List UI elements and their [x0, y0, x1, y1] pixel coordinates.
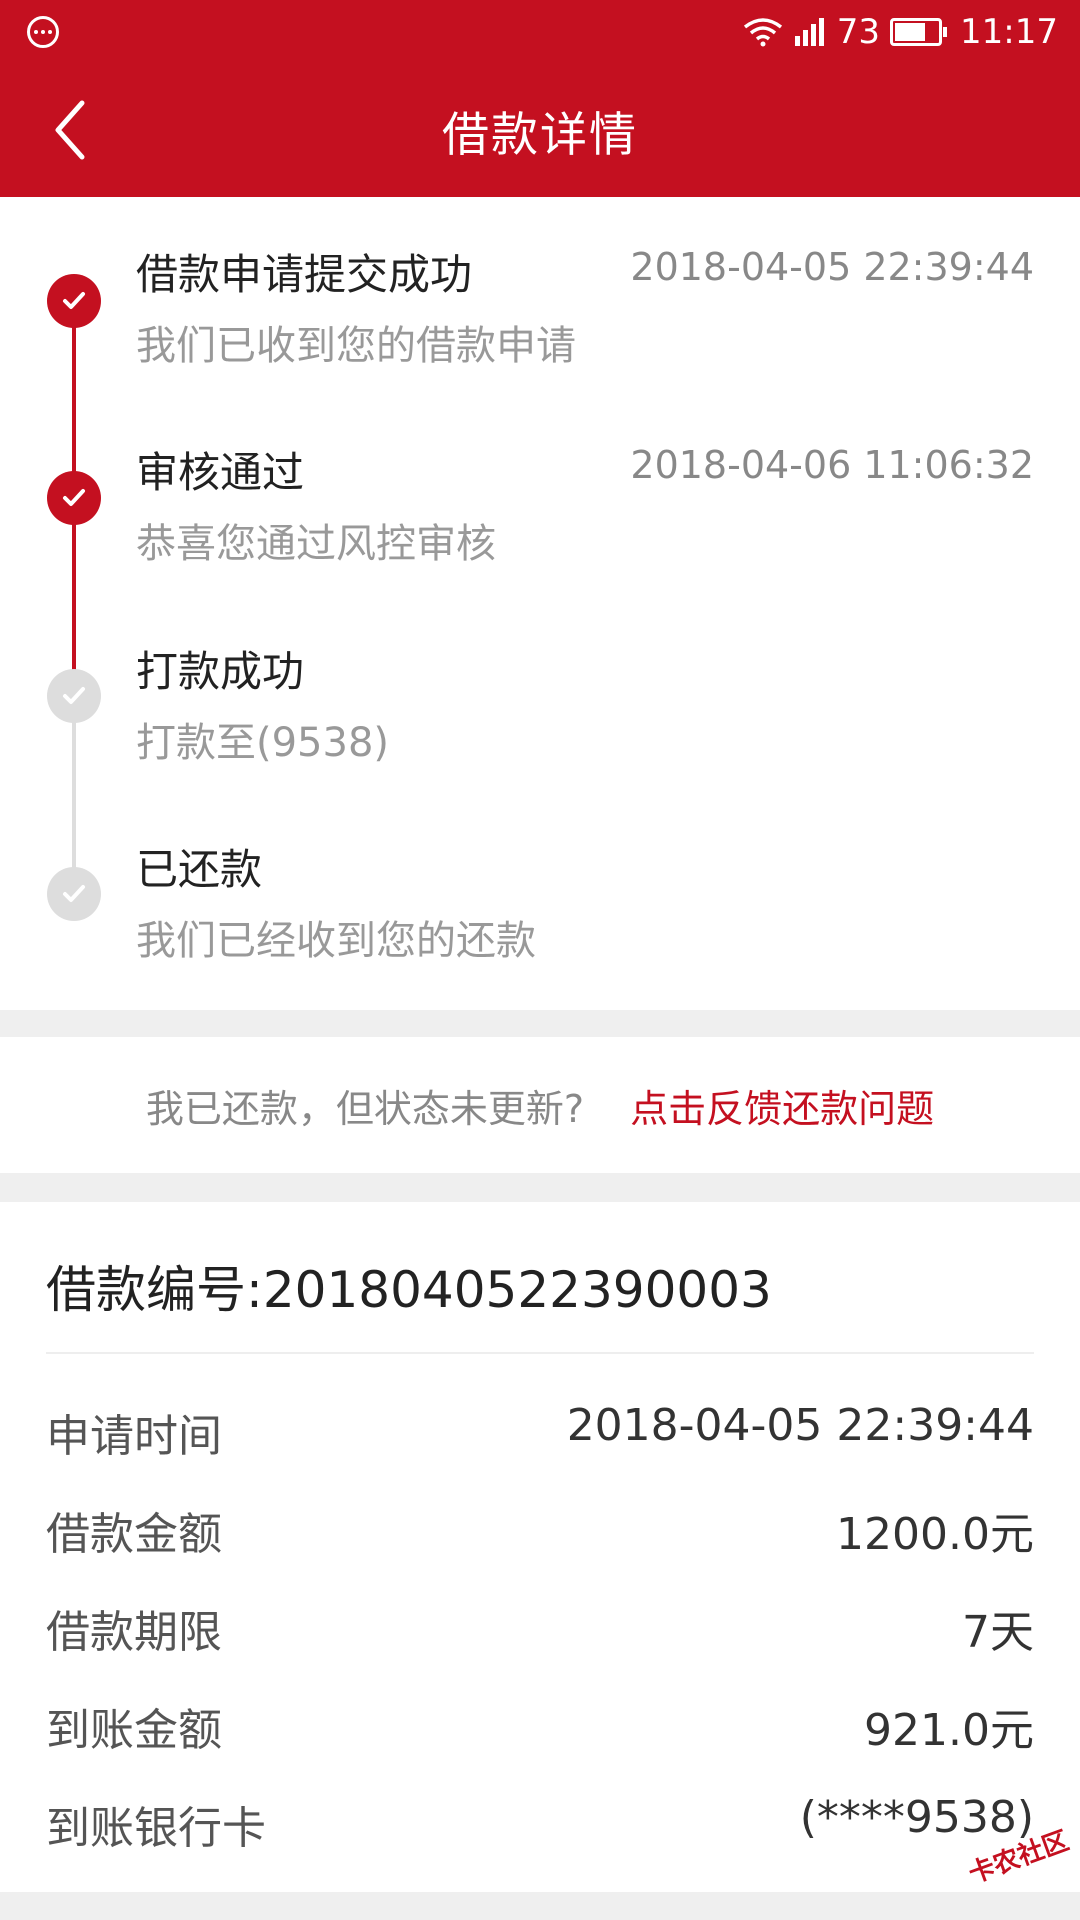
- detail-row: 申请时间 2018-04-05 22:39:44: [46, 1400, 1034, 1462]
- detail-label: 到账银行卡: [46, 1803, 266, 1854]
- wifi-icon: [743, 18, 782, 47]
- progress-timeline: 借款申请提交成功 2018-04-05 22:39:44 我们已收到您的借款申请…: [0, 197, 1080, 1010]
- feedback-bar: 我已还款，但状态未更新? 点击反馈还款问题: [0, 1037, 1080, 1173]
- step-time: 2018-04-05 22:39:44: [630, 245, 1034, 289]
- detail-value: 921.0元: [864, 1705, 1034, 1756]
- detail-value: (****9538): [799, 1792, 1034, 1843]
- app-header: 73 11:17 借款详情: [0, 0, 1080, 197]
- detail-row: 借款期限 7天: [46, 1596, 1034, 1658]
- step-desc: 我们已经收到您的还款: [136, 918, 536, 964]
- detail-value: 7天: [962, 1607, 1034, 1658]
- step-title: 借款申请提交成功: [136, 250, 473, 299]
- step-title: 已还款: [136, 845, 263, 894]
- step-check-icon: [47, 274, 101, 328]
- step-check-icon: [47, 471, 101, 525]
- detail-row: 借款金额 1200.0元: [46, 1498, 1034, 1560]
- loan-details-card: 借款编号:2018040522390003 申请时间 2018-04-05 22…: [0, 1202, 1080, 1892]
- detail-label: 借款期限: [46, 1607, 222, 1658]
- feedback-link[interactable]: 点击反馈还款问题: [630, 1078, 934, 1133]
- step-desc: 我们已收到您的借款申请: [136, 323, 576, 369]
- clock: 11:17: [960, 12, 1058, 52]
- step-check-icon: [47, 867, 101, 921]
- loan-number: 借款编号:2018040522390003: [46, 1261, 772, 1319]
- detail-value: 2018-04-05 22:39:44: [566, 1400, 1034, 1451]
- divider: [46, 1352, 1034, 1354]
- step-title: 审核通过: [136, 448, 305, 497]
- feedback-question: 我已还款，但状态未更新?: [145, 1086, 585, 1131]
- signal-icon: [794, 18, 824, 46]
- step-time: 2018-04-06 11:06:32: [630, 443, 1034, 487]
- detail-value: 1200.0元: [836, 1509, 1034, 1560]
- status-bar: 73 11:17: [0, 0, 1080, 66]
- step-check-icon: [47, 669, 101, 723]
- detail-row: 到账银行卡 (****9538): [46, 1792, 1034, 1854]
- page-title: 借款详情: [442, 108, 638, 163]
- detail-label: 申请时间: [46, 1411, 222, 1462]
- signal-level-text: 73: [836, 12, 881, 52]
- step-desc: 恭喜您通过风控审核: [136, 521, 496, 567]
- detail-row: 到账金额 921.0元: [46, 1694, 1034, 1756]
- message-icon: [27, 16, 59, 48]
- detail-label: 到账金额: [46, 1705, 222, 1756]
- detail-label: 借款金额: [46, 1509, 222, 1560]
- battery-icon: [890, 18, 948, 46]
- step-title: 打款成功: [136, 647, 305, 696]
- step-desc: 打款至(9538): [136, 720, 390, 766]
